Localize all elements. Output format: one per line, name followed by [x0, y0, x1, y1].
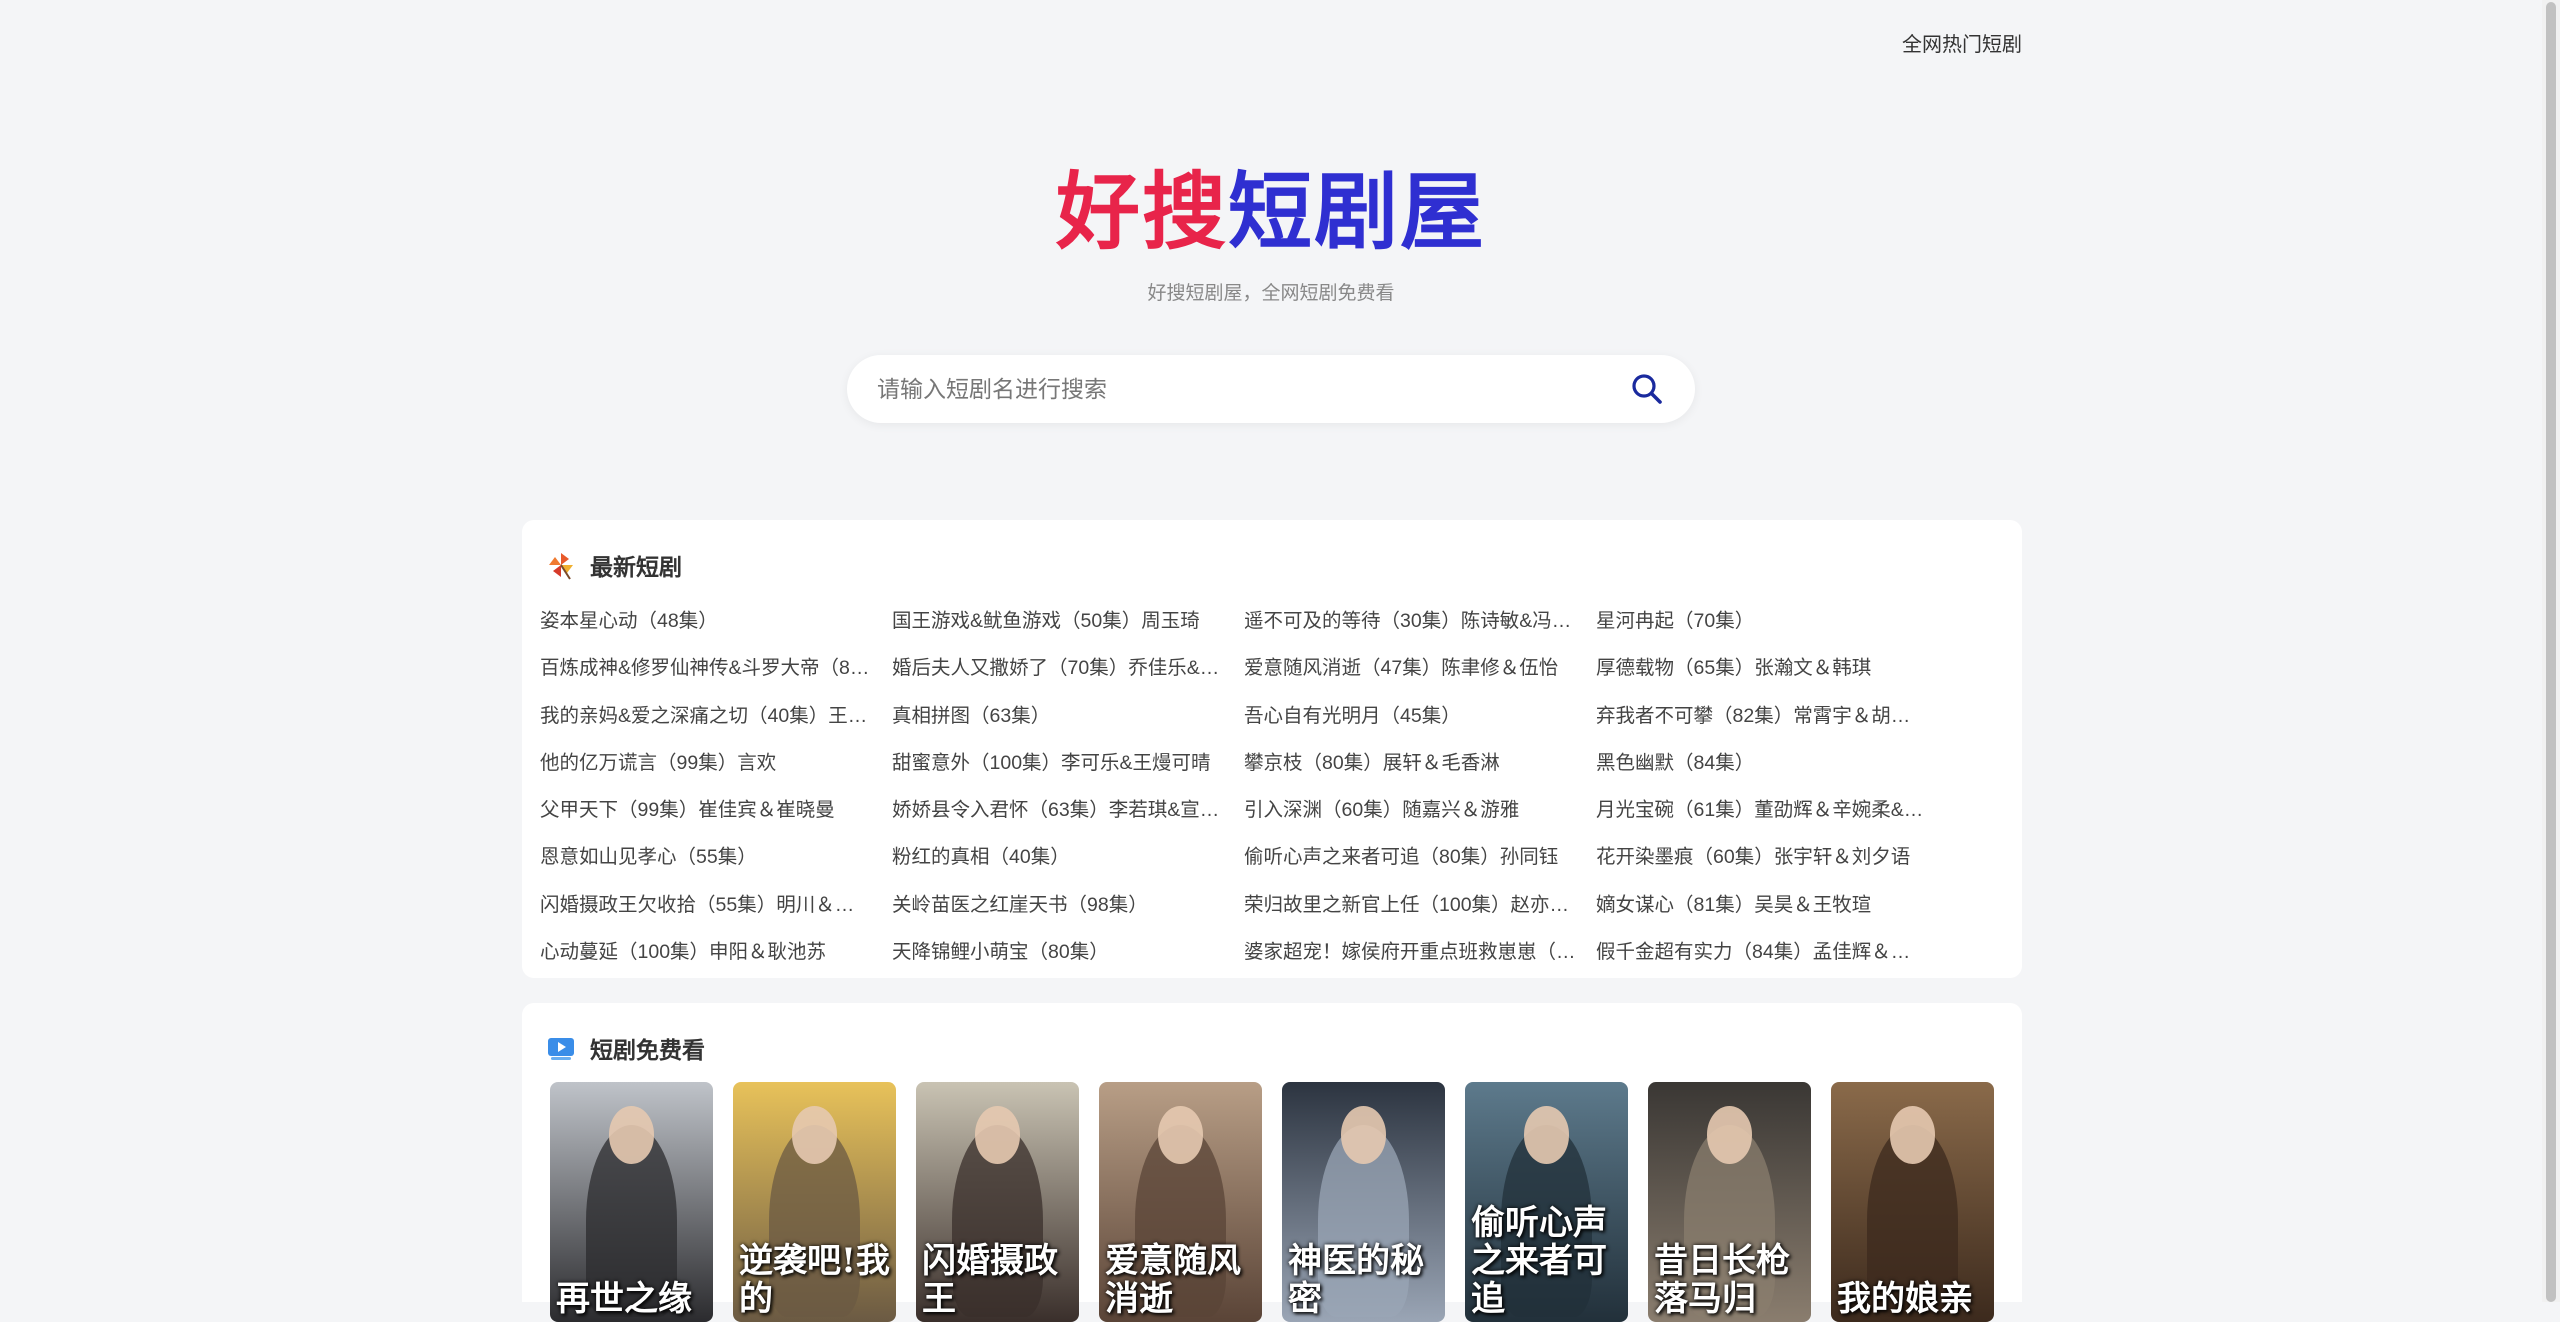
poster-face	[974, 1106, 1021, 1164]
latest-drama-item[interactable]: 父甲天下（99集）崔佳宾＆崔晓曼	[540, 787, 892, 834]
latest-dramas-panel: 最新短剧 姿本星心动（48集） 国王游戏&鱿鱼游戏（50集）周玉琦 遥不可及的等待（…	[522, 520, 2022, 978]
latest-drama-item[interactable]: 恩意如山见孝心（55集）	[540, 834, 892, 881]
latest-drama-item[interactable]: 厚德载物（65集）张瀚文＆韩琪	[1596, 645, 1948, 692]
latest-drama-item[interactable]: 关岭苗医之红崖天书（98集）	[892, 882, 1244, 929]
brand-part-blue-2: 剧屋	[1314, 163, 1487, 261]
latest-drama-item[interactable]: 天降锦鲤小萌宝（80集）	[892, 929, 1244, 976]
poster-title: 逆袭吧!我的	[739, 1241, 890, 1319]
poster-face	[1340, 1106, 1387, 1164]
latest-drama-item[interactable]: 婚后夫人又撒娇了（70集）乔佳乐&…	[892, 645, 1244, 692]
latest-drama-item[interactable]: 心动蔓延（100集）申阳＆耿池苏	[540, 929, 892, 976]
drama-poster[interactable]: 神医的秘密	[1282, 1082, 1445, 1322]
latest-drama-item[interactable]: 星河冉起（70集）	[1596, 598, 1948, 645]
latest-drama-item[interactable]: 攀京枝（80集）展轩＆毛香淋	[1244, 740, 1596, 787]
latest-drama-item[interactable]: 月光宝碗（61集）董劭辉＆辛婉柔&…	[1596, 787, 1948, 834]
poster-face	[608, 1106, 655, 1164]
poster-face	[1706, 1106, 1753, 1164]
drama-poster[interactable]: 爱意随风消逝	[1099, 1082, 1262, 1322]
drama-poster[interactable]: 偷听心声之来者可追	[1465, 1082, 1628, 1322]
site-subtitle: 好搜短剧屋，全网短剧免费看	[1147, 283, 1395, 304]
brand-logo: 好搜短剧屋	[0, 162, 2542, 262]
latest-drama-item[interactable]: 娇娇县令入君怀（63集）李若琪&宣…	[892, 787, 1244, 834]
free-header: 短剧免费看	[546, 1031, 705, 1065]
latest-list: 姿本星心动（48集） 国王游戏&鱿鱼游戏（50集）周玉琦 遥不可及的等待（30集）陈…	[540, 598, 1980, 976]
poster-face	[1157, 1106, 1204, 1164]
top-nav: 全网热门短剧	[1902, 28, 2022, 57]
latest-drama-item[interactable]: 百炼成神&修罗仙神传&斗罗大帝（8…	[540, 645, 892, 692]
latest-drama-item[interactable]: 嫡女谋心（81集）吴昊＆王牧瑄	[1596, 882, 1948, 929]
latest-drama-item[interactable]: 吾心自有光明月（45集）	[1244, 693, 1596, 740]
search-bar	[847, 355, 1695, 423]
latest-drama-item[interactable]: 黑色幽默（84集）	[1596, 740, 1948, 787]
drama-poster[interactable]: 逆袭吧!我的	[733, 1082, 896, 1322]
latest-drama-item[interactable]: 姿本星心动（48集）	[540, 598, 892, 645]
brand-part-red: 好搜	[1055, 163, 1228, 261]
latest-title: 最新短剧	[590, 554, 682, 580]
hot-dramas-link[interactable]: 全网热门短剧	[1902, 34, 2022, 56]
latest-drama-item[interactable]: 粉红的真相（40集）	[892, 834, 1244, 881]
page-scrollbar[interactable]	[2542, 0, 2560, 1302]
latest-drama-item[interactable]: 甜蜜意外（100集）李可乐&王熳可晴	[892, 740, 1244, 787]
latest-drama-item[interactable]: 真相拼图（63集）	[892, 693, 1244, 740]
latest-drama-item[interactable]: 引入深渊（60集）随嘉兴＆游雅	[1244, 787, 1596, 834]
poster-title: 爱意随风消逝	[1105, 1241, 1241, 1319]
latest-drama-item[interactable]: 偷听心声之来者可追（80集）孙同钰	[1244, 834, 1596, 881]
poster-title: 再世之缘	[556, 1279, 692, 1319]
drama-poster[interactable]: 闪婚摄政王	[916, 1082, 1079, 1322]
search-icon	[1632, 374, 1662, 404]
poster-list: 再世之缘 逆袭吧!我的 闪婚摄政王 爱意随风消逝 神医的秘密 偷听心声之来者可追 昔日长枪落…	[550, 1082, 1994, 1322]
free-title: 短剧免费看	[590, 1037, 705, 1063]
pinwheel-icon	[549, 553, 573, 580]
drama-poster[interactable]: 再世之缘	[550, 1082, 713, 1322]
poster-title: 我的娘亲	[1837, 1279, 1973, 1319]
latest-header: 最新短剧	[546, 548, 682, 582]
latest-drama-item[interactable]: 我的亲妈&爱之深痛之切（40集）王…	[540, 693, 892, 740]
latest-drama-item[interactable]: 国王游戏&鱿鱼游戏（50集）周玉琦	[892, 598, 1244, 645]
latest-drama-item[interactable]: 花开染墨痕（60集）张宇轩＆刘夕语	[1596, 834, 1948, 881]
poster-title: 偷听心声之来者可追	[1471, 1203, 1607, 1319]
latest-drama-item[interactable]: 弃我者不可攀（82集）常霄宇＆胡冬晴	[1596, 693, 1948, 740]
latest-drama-item[interactable]: 荣归故里之新官上任（100集）赵亦…	[1244, 882, 1596, 929]
poster-title: 神医的秘密	[1288, 1241, 1424, 1319]
scrollbar-thumb[interactable]	[2546, 2, 2556, 1302]
latest-drama-item[interactable]: 他的亿万谎言（99集）言欢	[540, 740, 892, 787]
poster-face	[1523, 1106, 1570, 1164]
drama-poster[interactable]: 我的娘亲	[1831, 1082, 1994, 1322]
poster-face	[791, 1106, 838, 1164]
search-button[interactable]	[1627, 369, 1667, 409]
free-dramas-panel: 短剧免费看 再世之缘 逆袭吧!我的 闪婚摄政王 爱意随风消逝 神医的秘密 偷听心声之来者可…	[522, 1003, 2022, 1322]
latest-drama-item[interactable]: 假千金超有实力（84集）孟佳辉＆葛玲	[1596, 929, 1948, 976]
latest-drama-item[interactable]: 闪婚摄政王欠收拾（55集）明川＆阿尚	[540, 882, 892, 929]
poster-face	[1889, 1106, 1936, 1164]
brand-part-blue-1: 短	[1227, 163, 1314, 261]
drama-poster[interactable]: 昔日长枪落马归	[1648, 1082, 1811, 1322]
poster-title: 昔日长枪落马归	[1654, 1241, 1790, 1319]
latest-drama-item[interactable]: 婆家超宠！嫁侯府开重点班救崽崽（8…	[1244, 929, 1596, 976]
latest-drama-item[interactable]: 爱意随风消逝（47集）陈聿修＆伍怡	[1244, 645, 1596, 692]
video-player-icon	[548, 1038, 574, 1060]
poster-title: 闪婚摄政王	[922, 1241, 1058, 1319]
latest-drama-item[interactable]: 遥不可及的等待（30集）陈诗敏&冯…	[1244, 598, 1596, 645]
search-input[interactable]	[875, 374, 1627, 404]
